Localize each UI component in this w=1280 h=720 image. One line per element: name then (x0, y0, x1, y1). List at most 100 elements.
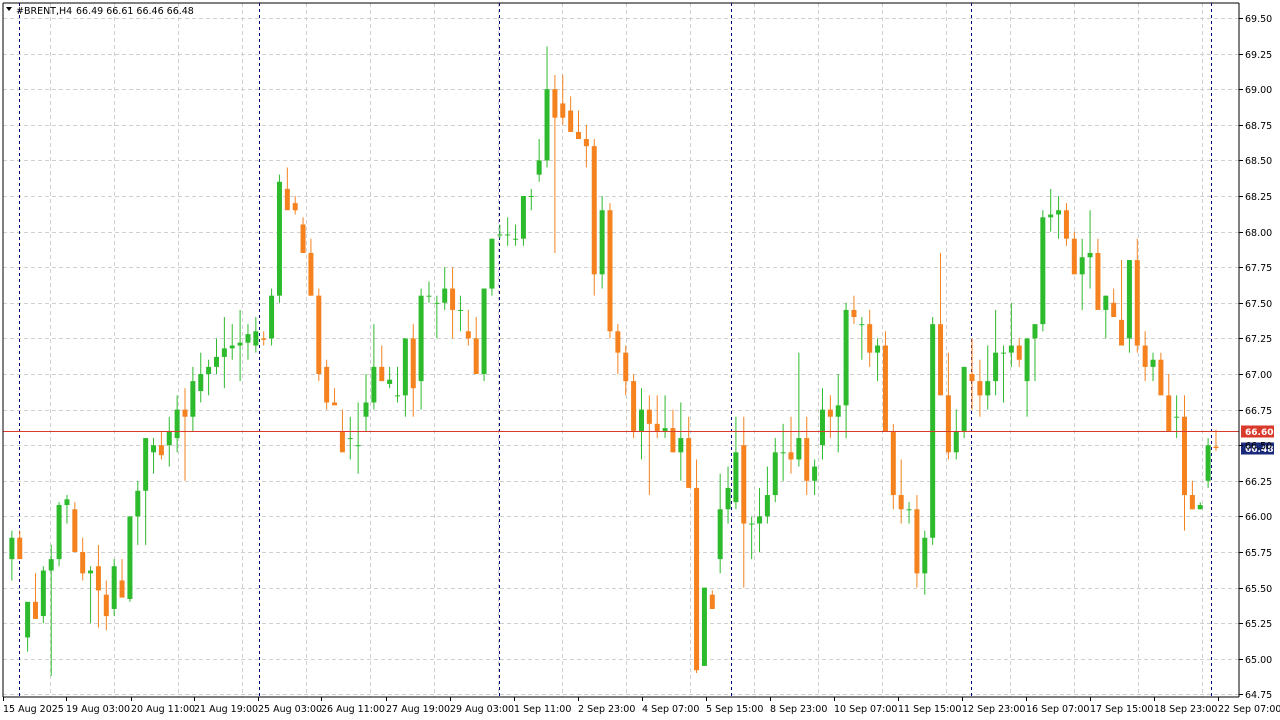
bull-candle[interactable] (269, 288, 275, 346)
bull-candle[interactable] (961, 366, 967, 439)
candle-body (103, 594, 109, 617)
candle-body (324, 366, 330, 403)
bull-candle[interactable] (40, 566, 46, 624)
time-tick-label: 11 Sep 15:00 (898, 704, 961, 715)
bull-candle[interactable] (276, 174, 282, 303)
price-tick-label: 64.75 (1245, 690, 1272, 701)
bear-candle[interactable] (72, 502, 78, 552)
price-tick-label: 68.50 (1245, 156, 1272, 167)
candle-body (418, 295, 424, 382)
candle-body (788, 452, 794, 460)
candle-body (576, 131, 582, 140)
candle-body (819, 409, 825, 446)
bull-candle[interactable] (56, 502, 62, 567)
candle-body (48, 559, 54, 571)
bear-candle[interactable] (316, 288, 322, 382)
candle-body (528, 196, 534, 197)
bull-candle[interactable] (1205, 438, 1211, 488)
price-tick-label: 65.00 (1245, 655, 1272, 666)
bull-candle[interactable] (481, 288, 487, 382)
candle-body (245, 334, 251, 343)
candle-body (757, 516, 763, 524)
candle-body (764, 495, 770, 517)
candle-body (631, 381, 637, 431)
candle-body (457, 309, 463, 311)
candle-body (473, 338, 479, 374)
candle-body (914, 509, 920, 574)
candle-body (591, 146, 597, 275)
candle-body (945, 395, 951, 453)
candle-body (1095, 252, 1101, 310)
candle-body (772, 452, 778, 496)
candle-body (339, 430, 345, 453)
price-tick-label: 66.75 (1245, 406, 1272, 417)
candle-body (922, 537, 928, 574)
bull-candle[interactable] (520, 196, 526, 246)
bear-candle[interactable] (694, 459, 700, 674)
candle-body (867, 324, 873, 353)
bull-candle[interactable] (930, 317, 936, 545)
candle-body (536, 160, 542, 175)
candle-body (442, 288, 448, 303)
candle-body (1063, 210, 1069, 239)
candle-body (906, 509, 912, 511)
candle-body (646, 409, 652, 424)
candle-body (40, 570, 46, 617)
candle-body (1134, 260, 1140, 346)
candle-body (741, 445, 747, 524)
bear-candle[interactable] (324, 359, 330, 410)
price-chart[interactable]: 66.6066.48 69.5069.2569.0068.7568.5068.2… (0, 0, 1280, 720)
bear-candle[interactable] (591, 139, 597, 296)
candle-body (607, 210, 613, 332)
candle-body (1056, 210, 1062, 215)
candle-body (229, 345, 235, 349)
bear-candle[interactable] (607, 203, 613, 339)
bear-candle[interactable] (631, 374, 637, 439)
time-tick-label: 15 Aug 2025 (3, 704, 64, 715)
candle-body (1119, 319, 1125, 346)
candle-body (300, 224, 306, 253)
candle-body (237, 342, 243, 346)
bull-candle[interactable] (1040, 210, 1046, 332)
bull-candle[interactable] (701, 587, 707, 666)
candle-body (961, 366, 967, 431)
candle-body (395, 395, 400, 397)
candle-body (1213, 446, 1219, 449)
candle-body (638, 409, 644, 431)
candle-body (276, 181, 282, 296)
ohlc-values: 66.49 66.61 66.46 66.48 (76, 6, 194, 17)
candle-body (930, 324, 936, 538)
price-tick-label: 65.50 (1245, 584, 1272, 595)
candle-body (835, 405, 841, 417)
candle-body (489, 238, 495, 289)
candle-body (678, 438, 684, 453)
candle-body (1071, 238, 1077, 275)
time-tick-label: 22 Sep 07:00 (1218, 704, 1280, 715)
candle-body (221, 348, 227, 357)
bear-candle[interactable] (882, 331, 888, 431)
candle-body (977, 381, 983, 396)
candle-body (520, 196, 526, 239)
price-tick-label: 67.25 (1245, 334, 1272, 345)
candle-body (206, 366, 212, 374)
candle-body (898, 495, 904, 510)
candle-body (198, 374, 204, 392)
candle-body (88, 570, 94, 574)
candle-body (434, 302, 440, 304)
bull-candle[interactable] (127, 516, 133, 602)
candle-body (465, 331, 471, 339)
candle-body (1040, 217, 1046, 325)
bull-candle[interactable] (489, 238, 495, 296)
price-tick-label: 67.50 (1245, 299, 1272, 310)
candle-body (1032, 324, 1038, 339)
candle-body (1048, 214, 1054, 218)
candle-body (599, 210, 605, 275)
time-tick-label: 4 Sep 07:00 (642, 704, 699, 715)
candle-body (1000, 352, 1006, 354)
candle-body (347, 438, 353, 440)
price-tick-label: 67.75 (1245, 263, 1272, 274)
candle-body (497, 234, 503, 236)
bull-candle[interactable] (111, 559, 117, 617)
chart-header: #BRENT,H4 66.49 66.61 66.46 66.48 (6, 6, 194, 17)
candle-body (111, 566, 117, 609)
